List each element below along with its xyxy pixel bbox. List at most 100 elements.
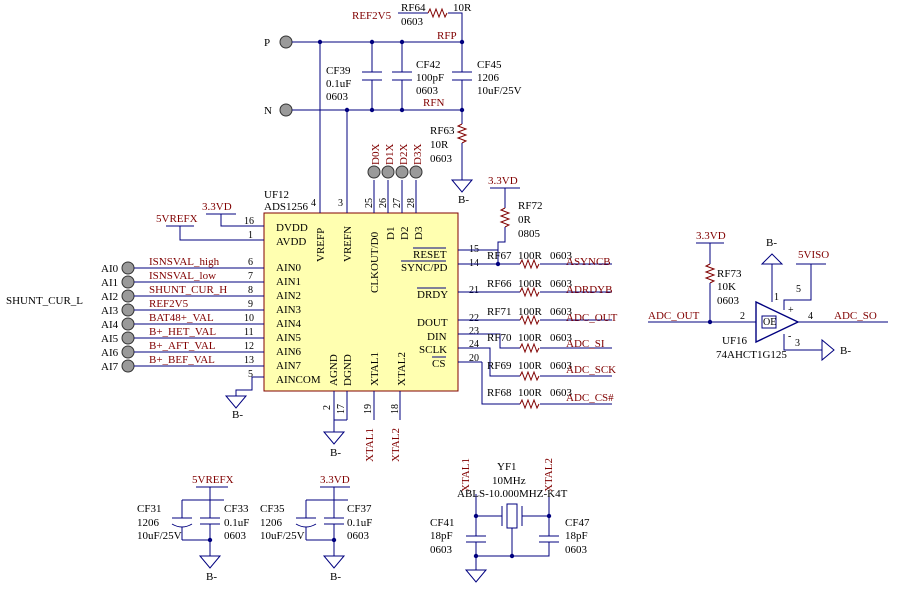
rf72-package: 0805	[518, 228, 541, 240]
pin-label-dout: DOUT	[417, 317, 448, 329]
net-rfn-label: RFN	[423, 97, 444, 109]
ai7-label: AI7	[101, 361, 119, 373]
cf31-ref: CF31	[137, 503, 161, 515]
rf63-value: 10R	[430, 139, 449, 151]
port-ai4[interactable]	[121, 317, 135, 331]
net-xtal1-crystal: XTAL1	[460, 458, 472, 492]
test-points: D0X D1X D2X D3X	[367, 144, 424, 179]
ai4-label: AI4	[101, 319, 119, 331]
pin-label-d1: D1	[385, 227, 397, 240]
pin-num-ain0: 6	[248, 257, 253, 268]
port-p[interactable]	[279, 35, 293, 49]
port-p-label: P	[264, 37, 270, 49]
pin-label-ain2: AIN2	[276, 290, 301, 302]
pwr-5viso: 5VISO	[798, 249, 829, 261]
pin-num-dout: 22	[469, 313, 479, 324]
net-ref2v5-label: REF2V5	[352, 10, 392, 22]
uf12-part: ADS1256	[264, 201, 309, 213]
rf68-value: 100R	[518, 387, 543, 399]
cf41-ref: CF41	[430, 517, 454, 529]
ai0-label: AI0	[101, 263, 119, 275]
cf39-value: 0.1uF	[326, 78, 351, 90]
pin-label-drdy: DRDY	[417, 289, 448, 301]
ground-label-uf16: B-	[840, 345, 851, 357]
pin-num-ain2: 8	[248, 285, 253, 296]
net-adc-si: ADC_SI	[566, 338, 605, 350]
net-xtal1-chip: XTAL1	[364, 428, 376, 462]
cf35-value: 10uF/25V	[260, 530, 305, 542]
net-xtal2-crystal: XTAL2	[543, 458, 555, 492]
pin-label-ain7: AIN7	[276, 360, 302, 372]
rf73-value: 10K	[717, 281, 736, 293]
schematic-canvas: REF2V5 RF64 10R 0603 P RFP N RFN CF39 0.…	[6, 2, 888, 583]
pin-label-ain3: AIN3	[276, 304, 302, 316]
net-d0x: D0X	[370, 144, 382, 165]
testpoint-d3x[interactable]	[409, 165, 423, 179]
cf41-value: 18pF	[430, 530, 453, 542]
rf63-package: 0603	[430, 153, 453, 165]
rf72-value: 0R	[518, 214, 532, 226]
ground-symbol-agnd	[322, 431, 346, 445]
digital-resistors: RF67 100R 0603 ASYNCB RF66 100R 0603 ADR…	[481, 175, 618, 410]
cf47-package: 0603	[565, 544, 588, 556]
rf73-ref: RF73	[717, 268, 742, 280]
pin-label-reset: RESET	[413, 249, 447, 261]
pin-label-ain6: AIN6	[276, 346, 302, 358]
net-d2x: D2X	[398, 144, 410, 165]
buffer-plus: +	[788, 305, 794, 316]
buffer-uf16[interactable]: 3.3VD RF73 10K 0603 ADC_OUT 2 OE + - B- …	[648, 230, 888, 362]
port-ai1[interactable]	[121, 275, 135, 289]
ground-label-cf35: B-	[330, 571, 341, 583]
ai0-net: ISNSVAL_high	[149, 256, 220, 268]
ground-label-rf63: B-	[458, 194, 469, 206]
pin-label-avdd: AVDD	[276, 236, 306, 248]
cf39-package: 0603	[326, 91, 349, 103]
pin-label-din: DIN	[427, 331, 447, 343]
pin-label-d2: D2	[399, 227, 411, 240]
ic-uf12[interactable]: UF12 ADS1256 DVDD 16 AVDD 1 AIN0 6 AIN1 …	[232, 180, 482, 420]
ground-symbol-uf16	[821, 338, 835, 362]
port-ai0[interactable]	[121, 261, 135, 275]
decoupling-5vrefx: 5VREFX B- CF31 1206 10uF/25V CF33 0.1uF …	[137, 474, 249, 583]
ai1-net: ISNSVAL_low	[149, 270, 216, 282]
pin-label-sclk: SCLK	[419, 344, 447, 356]
pin-num-27: 27	[392, 198, 403, 208]
testpoint-d1x[interactable]	[381, 165, 395, 179]
port-ai3[interactable]	[121, 303, 135, 317]
port-ai6[interactable]	[121, 345, 135, 359]
rf70-ref: RF70	[487, 332, 512, 344]
port-ai7[interactable]	[121, 359, 135, 373]
pin-num-vrefn: 3	[338, 198, 343, 209]
pin-label-vrefp: VREFP	[315, 228, 327, 262]
decoupling-3v3d: 3.3VD B- CF35 1206 10uF/25V CF37 0.1uF 0…	[260, 474, 372, 583]
testpoint-d2x[interactable]	[395, 165, 409, 179]
net-asyncb: ASYNCB	[566, 256, 611, 268]
rf63-ref: RF63	[430, 125, 455, 137]
pin-num-din: 23	[469, 326, 479, 337]
pwr-5vrefx-bottom: 5VREFX	[192, 474, 234, 486]
cf33-ref: CF33	[224, 503, 249, 515]
net-d3x: D3X	[412, 144, 424, 165]
pin-num-28: 28	[406, 198, 417, 208]
uf16-pin2: 2	[740, 311, 745, 322]
ai1-label: AI1	[101, 277, 118, 289]
port-n[interactable]	[279, 103, 293, 117]
testpoint-d0x[interactable]	[367, 165, 381, 179]
rf66-ref: RF66	[487, 278, 512, 290]
ground-label-aincom: B-	[232, 409, 243, 421]
ai3-label: AI3	[101, 305, 119, 317]
pin-label-aincom: AINCOM	[276, 374, 321, 386]
net-d1x: D1X	[384, 144, 396, 165]
cf35-package: 1206	[260, 517, 283, 529]
cf47-ref: CF47	[565, 517, 590, 529]
pwr-3v3-rf73: 3.3VD	[696, 230, 726, 242]
port-ai5[interactable]	[121, 331, 135, 345]
rf69-ref: RF69	[487, 360, 512, 372]
rf64-value: 10R	[453, 2, 472, 14]
pin-num-ain7: 13	[244, 355, 254, 366]
port-ai2[interactable]	[121, 289, 135, 303]
ai6-net: B+_AFT_VAL	[149, 340, 216, 352]
rf72-ref: RF72	[518, 200, 542, 212]
net-adc-cs: ADC_CS#	[566, 392, 614, 404]
rf73-package: 0603	[717, 295, 740, 307]
